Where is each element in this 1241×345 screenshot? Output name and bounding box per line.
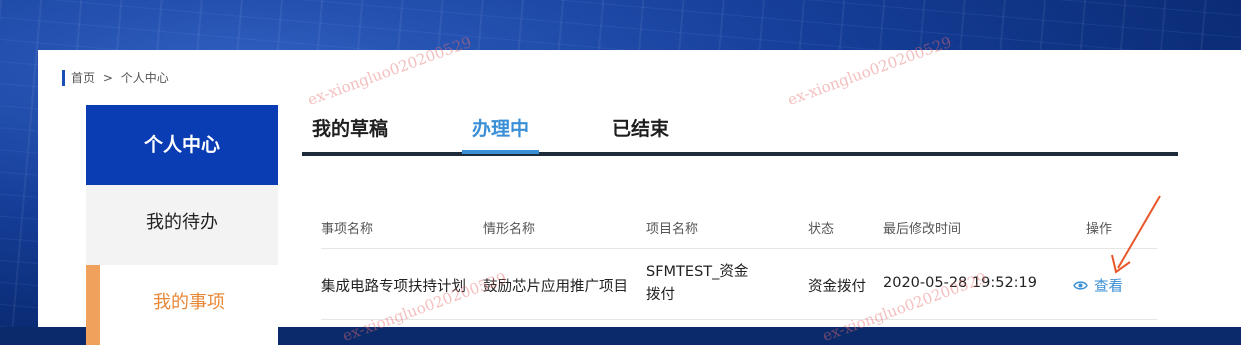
cell-project-line1: SFMTEST_资金 bbox=[646, 264, 749, 280]
sidebar: 个人中心 我的待办 我的事项 bbox=[86, 105, 278, 345]
col-status: 状态 bbox=[808, 222, 835, 237]
tab-finished[interactable]: 已结束 bbox=[612, 114, 669, 150]
breadcrumb-home[interactable]: 首页 bbox=[71, 71, 95, 85]
matters-table: 事项名称 情形名称 项目名称 状态 最后修改时间 操作 集成电路专项扶持计划 鼓… bbox=[321, 206, 1157, 320]
breadcrumb: 首页 > 个人中心 bbox=[62, 70, 173, 86]
col-action: 操作 bbox=[1086, 222, 1113, 237]
table-row: 集成电路专项扶持计划 鼓励芯片应用推广项目 SFMTEST_资金 拨付 资金拨付… bbox=[321, 249, 1157, 320]
cell-project: SFMTEST_资金 拨付 bbox=[646, 261, 748, 307]
sidebar-header: 个人中心 bbox=[86, 105, 278, 185]
sidebar-item-my-matters[interactable]: 我的事项 bbox=[86, 265, 278, 345]
col-scenario: 情形名称 bbox=[483, 222, 536, 237]
cell-modified: 2020-05-28 19:52:19 bbox=[883, 275, 1037, 291]
tab-in-progress[interactable]: 办理中 bbox=[461, 114, 540, 154]
col-modified: 最后修改时间 bbox=[883, 222, 962, 237]
cell-item-name: 集成电路专项扶持计划 bbox=[321, 279, 466, 295]
table-header: 事项名称 情形名称 项目名称 状态 最后修改时间 操作 bbox=[321, 206, 1157, 249]
view-button[interactable]: 查看 bbox=[1073, 275, 1123, 296]
cell-status: 资金拨付 bbox=[808, 279, 866, 295]
cell-scenario: 鼓励芯片应用推广项目 bbox=[483, 279, 628, 295]
col-item-name: 事项名称 bbox=[321, 222, 374, 237]
breadcrumb-separator: > bbox=[102, 71, 113, 85]
tab-bar: 我的草稿 办理中 已结束 bbox=[302, 112, 1178, 156]
eye-icon bbox=[1073, 281, 1088, 290]
cell-project-line2: 拨付 bbox=[646, 287, 675, 303]
view-label: 查看 bbox=[1094, 279, 1123, 295]
tab-drafts[interactable]: 我的草稿 bbox=[312, 114, 388, 150]
breadcrumb-current: 个人中心 bbox=[120, 71, 169, 85]
col-project: 项目名称 bbox=[646, 222, 699, 237]
sidebar-item-todo[interactable]: 我的待办 bbox=[86, 185, 278, 265]
main-panel: 首页 > 个人中心 个人中心 我的待办 我的事项 我的草稿 办理中 已结束 事项… bbox=[38, 33, 1241, 345]
